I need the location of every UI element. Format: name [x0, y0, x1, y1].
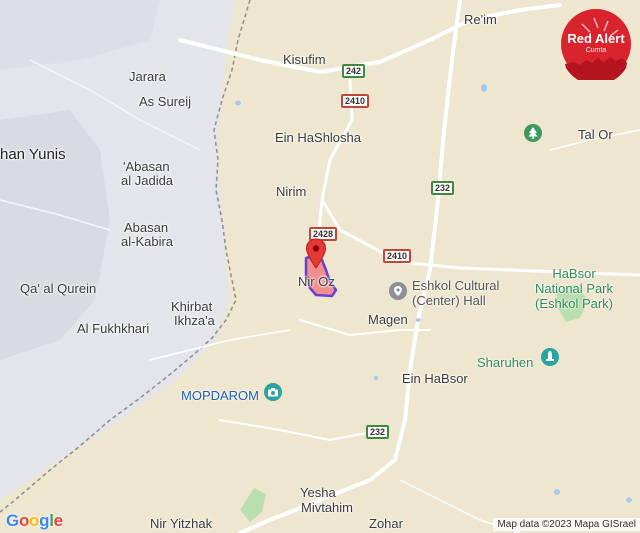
poi-label-eshkol-hall-line2[interactable]: (Center) Hall — [412, 293, 486, 308]
map-pin-icon[interactable] — [305, 238, 327, 270]
road-minor-2 — [219, 419, 373, 442]
water-spot — [374, 375, 378, 381]
road-shield-2410-north: 2410 — [341, 94, 370, 108]
road-242 — [178, 3, 562, 75]
place-label-khan-yunis: han Yunis — [0, 146, 66, 163]
place-label-abasan-jadida-line1: 'Abasan — [123, 159, 170, 174]
water-spot — [415, 318, 421, 322]
poi-label-sharuhen[interactable]: Sharuhen — [477, 355, 533, 370]
place-label-ein-habsor: Ein HaBsor — [402, 371, 468, 386]
google-logo-text: Google — [6, 511, 63, 530]
place-label-qa-al-qurein: Qa' al Qurein — [20, 281, 97, 296]
place-label-al-fukhkhari: Al Fukhkhari — [77, 321, 150, 336]
map-attribution[interactable]: Map data ©2023 Mapa GISrael — [493, 518, 640, 531]
place-label-jarara: Jarara — [129, 69, 166, 84]
place-label-as-sureij: As Sureij — [139, 94, 192, 109]
monument-icon[interactable] — [541, 348, 559, 366]
road-shield-232-south: 232 — [366, 425, 390, 439]
badge-subtitle: Cumta — [585, 47, 607, 54]
road-2410 — [320, 78, 640, 277]
place-label-nirim: Nirim — [276, 184, 307, 199]
water-spot — [554, 489, 560, 495]
place-label-reim: Re'im — [464, 12, 497, 27]
red-alert-badge: Red Alert Cumta — [560, 8, 632, 85]
poi-label-mopdarom[interactable]: MOPDAROM — [181, 388, 259, 403]
place-label-khirbat-line1: Khirbat — [171, 299, 213, 314]
place-label-abasan-jadida-line2: al Jadida — [121, 173, 174, 188]
place-label-yesha: Yesha — [300, 485, 336, 500]
water-spot — [481, 84, 487, 92]
place-label-tal-or: Tal Or — [578, 127, 613, 142]
road-minor-1 — [299, 319, 431, 337]
map-view[interactable]: Re'im Kisufim Jarara As Sureij han Yunis… — [0, 0, 640, 533]
place-label-magen: Magen — [368, 312, 408, 327]
water-spot — [235, 100, 241, 106]
place-label-nir-oz: Nir Oz — [298, 274, 335, 289]
place-label-zohar: Zohar — [369, 516, 403, 531]
green-area — [240, 488, 266, 522]
poi-label-eshkol-hall-line1[interactable]: Eshkol Cultural — [412, 278, 499, 293]
place-label-nir-yitzhak: Nir Yitzhak — [150, 516, 213, 531]
badge-title: Red Alert — [567, 31, 625, 46]
place-label-kisufim: Kisufim — [283, 52, 326, 67]
place-label-khirbat-line2: Ikhza'a — [174, 313, 215, 328]
road-shield-242: 242 — [342, 64, 366, 78]
road-shield-2410-east: 2410 — [383, 249, 412, 263]
poi-label-habsor-park-line2[interactable]: National Park — [528, 281, 620, 296]
tree-icon[interactable] — [524, 124, 542, 142]
place-label-abasan-kabira-line1: Abasan — [124, 220, 169, 235]
place-label-mivtahim: Mivtahim — [301, 500, 354, 515]
poi-label-habsor-park-line1[interactable]: HaBsor — [528, 266, 620, 281]
google-logo[interactable]: Google — [6, 511, 63, 531]
road-shield-232-north: 232 — [431, 181, 455, 195]
poi-label-habsor-park-line3[interactable]: (Eshkol Park) — [528, 296, 620, 311]
camera-icon[interactable] — [264, 383, 282, 401]
place-label-abasan-kabira-line2: al-Kabira — [121, 234, 174, 249]
place-label-ein-hashlosha: Ein HaShlosha — [275, 130, 361, 145]
landmark-icon[interactable] — [389, 282, 407, 300]
water-spot — [626, 497, 632, 503]
